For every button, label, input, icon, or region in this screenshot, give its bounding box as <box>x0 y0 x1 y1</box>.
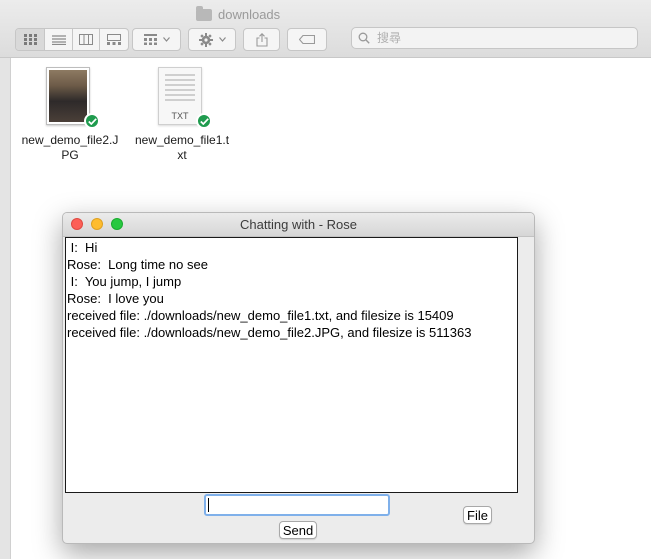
search-field[interactable] <box>351 27 638 49</box>
text-caret <box>208 498 209 512</box>
action-button[interactable] <box>189 29 235 50</box>
column-view-button[interactable] <box>73 29 100 50</box>
gallery-icon <box>107 34 121 45</box>
chevron-down-icon <box>218 37 226 42</box>
chat-message: Rose: I love you <box>67 291 164 306</box>
list-icon <box>51 34 66 45</box>
gear-icon <box>198 32 213 47</box>
message-input[interactable] <box>204 494 390 516</box>
chat-title: Chatting with - Rose <box>239 217 358 232</box>
grid-icon <box>23 34 37 45</box>
group-icon <box>143 34 157 45</box>
chat-message: received file: ./downloads/new_demo_file… <box>67 325 472 340</box>
finder-title: downloads <box>196 5 280 23</box>
file-name: new_demo_file1.txt <box>134 133 230 162</box>
text-file-icon: TXT <box>158 67 202 125</box>
group-by-dropdown[interactable] <box>132 28 181 51</box>
check-icon <box>84 113 100 129</box>
chat-window: Chatting with - Rose I: Hi Rose: Long ti… <box>62 212 535 544</box>
send-button[interactable]: Send <box>279 521 317 539</box>
view-mode-control <box>15 28 129 51</box>
tag-icon <box>299 35 315 44</box>
group-by-button[interactable] <box>133 29 180 50</box>
tags-button[interactable] <box>288 29 326 50</box>
list-view-button[interactable] <box>45 29 73 50</box>
gallery-view-button[interactable] <box>100 29 128 50</box>
chat-log[interactable]: I: Hi Rose: Long time no see I: You jump… <box>65 237 518 493</box>
chat-titlebar: Chatting with - Rose <box>63 213 534 237</box>
folder-icon <box>196 6 212 21</box>
file-item-txt[interactable]: TXT new_demo_file1.txt <box>132 67 232 163</box>
chevron-down-icon <box>162 37 170 42</box>
chat-message: Rose: Long time no see <box>67 257 208 272</box>
check-icon <box>196 113 212 129</box>
finder-title-text: downloads <box>218 6 281 22</box>
share-control <box>243 28 280 51</box>
file-type-label: TXT <box>171 111 189 121</box>
file-button[interactable]: File <box>463 506 492 524</box>
search-icon <box>358 32 370 44</box>
icon-view-button[interactable] <box>16 29 45 50</box>
tags-control <box>287 28 327 51</box>
finder-toolbar: downloads <box>0 0 651 58</box>
finder-sidebar-edge <box>0 58 11 559</box>
search-input[interactable] <box>375 30 619 46</box>
share-icon <box>255 32 268 47</box>
chat-message: I: Hi <box>67 240 98 255</box>
columns-icon <box>79 34 93 45</box>
action-dropdown[interactable] <box>188 28 236 51</box>
file-name: new_demo_file2.JPG <box>21 133 119 162</box>
share-button[interactable] <box>244 29 279 50</box>
file-item-jpg[interactable]: new_demo_file2.JPG <box>20 67 120 163</box>
chat-message: I: You jump, I jump <box>67 274 182 289</box>
chat-message: received file: ./downloads/new_demo_file… <box>67 308 454 323</box>
photo-thumbnail <box>46 67 90 125</box>
